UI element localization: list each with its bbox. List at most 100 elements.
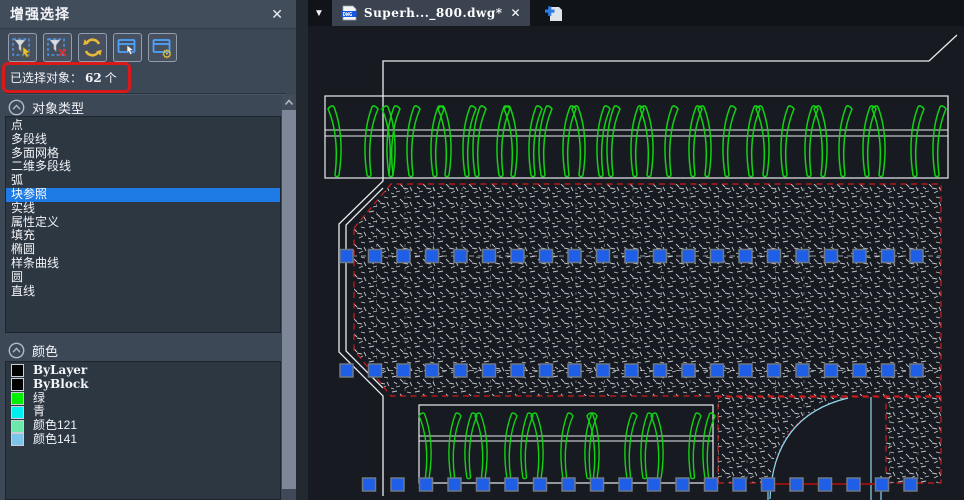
grip[interactable] [654, 364, 667, 377]
object-type-item[interactable]: 样条曲线 [6, 257, 280, 271]
grip[interactable] [397, 250, 410, 263]
grip[interactable] [853, 250, 866, 263]
color-section-header[interactable]: 颜色 [8, 340, 58, 360]
grip[interactable] [739, 364, 752, 377]
grip[interactable] [511, 250, 524, 263]
scroll-up-icon[interactable] [282, 95, 296, 110]
object-type-item[interactable]: 直线 [6, 285, 280, 299]
grip[interactable] [454, 250, 467, 263]
tab-close-button[interactable]: ✕ [511, 6, 521, 20]
grip[interactable] [426, 364, 439, 377]
grip[interactable] [540, 250, 553, 263]
color-section-title: 颜色 [32, 341, 58, 360]
grip[interactable] [477, 478, 490, 491]
grip[interactable] [825, 364, 838, 377]
grip[interactable] [762, 478, 775, 491]
window-select-button[interactable] [113, 33, 142, 62]
object-type-item[interactable]: 填充 [6, 229, 280, 243]
grip[interactable] [397, 364, 410, 377]
grip[interactable] [853, 364, 866, 377]
grip[interactable] [733, 478, 746, 491]
grip[interactable] [420, 478, 433, 491]
remove-filter-button[interactable] [43, 33, 72, 62]
grip[interactable] [591, 478, 604, 491]
grip[interactable] [568, 250, 581, 263]
grip[interactable] [739, 250, 752, 263]
drawing-canvas[interactable] [308, 26, 964, 500]
grip[interactable] [648, 478, 661, 491]
grip[interactable] [391, 478, 404, 491]
object-type-item[interactable]: 二维多段线 [6, 160, 280, 174]
color-item[interactable]: 颜色141 [6, 433, 280, 447]
refresh-selection-button[interactable] [78, 33, 107, 62]
object-type-item[interactable]: 圆 [6, 271, 280, 285]
color-item[interactable]: ByBlock [6, 378, 280, 392]
grip[interactable] [363, 478, 376, 491]
object-type-item[interactable]: 属性定义 [6, 216, 280, 230]
grip[interactable] [625, 250, 638, 263]
scrollbar-bottom-cap [282, 489, 296, 500]
grip[interactable] [511, 364, 524, 377]
grip[interactable] [676, 478, 689, 491]
grip[interactable] [597, 364, 610, 377]
object-type-item[interactable]: 椭圆 [6, 243, 280, 257]
grip[interactable] [540, 364, 553, 377]
object-type-section-header[interactable]: 对象类型 [8, 97, 84, 117]
grip[interactable] [562, 478, 575, 491]
grip[interactable] [904, 478, 917, 491]
drawing-tab[interactable]: DWG Superh..._800.dwg* ✕ [332, 0, 530, 26]
color-item[interactable]: ByLayer [6, 364, 280, 378]
tab-list-arrow-icon[interactable]: ▼ [314, 8, 324, 19]
object-type-item[interactable]: 多段线 [6, 133, 280, 147]
grip[interactable] [796, 364, 809, 377]
color-item[interactable]: 颜色121 [6, 419, 280, 433]
grip[interactable] [483, 364, 496, 377]
grip[interactable] [505, 478, 518, 491]
drawing-tab-bar: ▼ DWG Superh..._800.dwg* ✕ [308, 0, 964, 26]
grip[interactable] [876, 478, 889, 491]
panel-scrollbar[interactable] [282, 95, 296, 500]
object-type-section-title: 对象类型 [32, 98, 84, 117]
grip[interactable] [448, 478, 461, 491]
grip[interactable] [568, 364, 581, 377]
object-type-item[interactable]: 点 [6, 119, 280, 133]
selection-toolbar: ⚙ [8, 33, 177, 62]
object-type-item[interactable]: 块参照 [6, 188, 280, 202]
grip[interactable] [796, 250, 809, 263]
grip[interactable] [768, 250, 781, 263]
grip[interactable] [910, 250, 923, 263]
new-tab-button[interactable] [544, 4, 564, 23]
color-item[interactable]: 绿 [6, 392, 280, 406]
object-type-item[interactable]: 弧 [6, 174, 280, 188]
selection-count-value: 62 [85, 71, 102, 85]
grip[interactable] [910, 364, 923, 377]
selection-settings-button[interactable]: ⚙ [148, 33, 177, 62]
grip[interactable] [597, 250, 610, 263]
grip[interactable] [369, 364, 382, 377]
grip[interactable] [369, 250, 382, 263]
grip[interactable] [882, 250, 895, 263]
panel-close-button[interactable]: ✕ [269, 6, 286, 23]
grip[interactable] [682, 364, 695, 377]
grip[interactable] [768, 364, 781, 377]
grip[interactable] [340, 364, 353, 377]
grip[interactable] [619, 478, 632, 491]
grip[interactable] [882, 364, 895, 377]
grip[interactable] [682, 250, 695, 263]
grip[interactable] [483, 250, 496, 263]
select-filter-button[interactable] [8, 33, 37, 62]
grip[interactable] [654, 250, 667, 263]
grip[interactable] [790, 478, 803, 491]
grip[interactable] [825, 250, 838, 263]
grip[interactable] [705, 478, 718, 491]
object-type-item[interactable]: 实线 [6, 202, 280, 216]
grip[interactable] [711, 250, 724, 263]
grip[interactable] [711, 364, 724, 377]
grip[interactable] [847, 478, 860, 491]
grip[interactable] [625, 364, 638, 377]
grip[interactable] [426, 250, 439, 263]
grip[interactable] [534, 478, 547, 491]
grip[interactable] [340, 250, 353, 263]
grip[interactable] [454, 364, 467, 377]
grip[interactable] [819, 478, 832, 491]
